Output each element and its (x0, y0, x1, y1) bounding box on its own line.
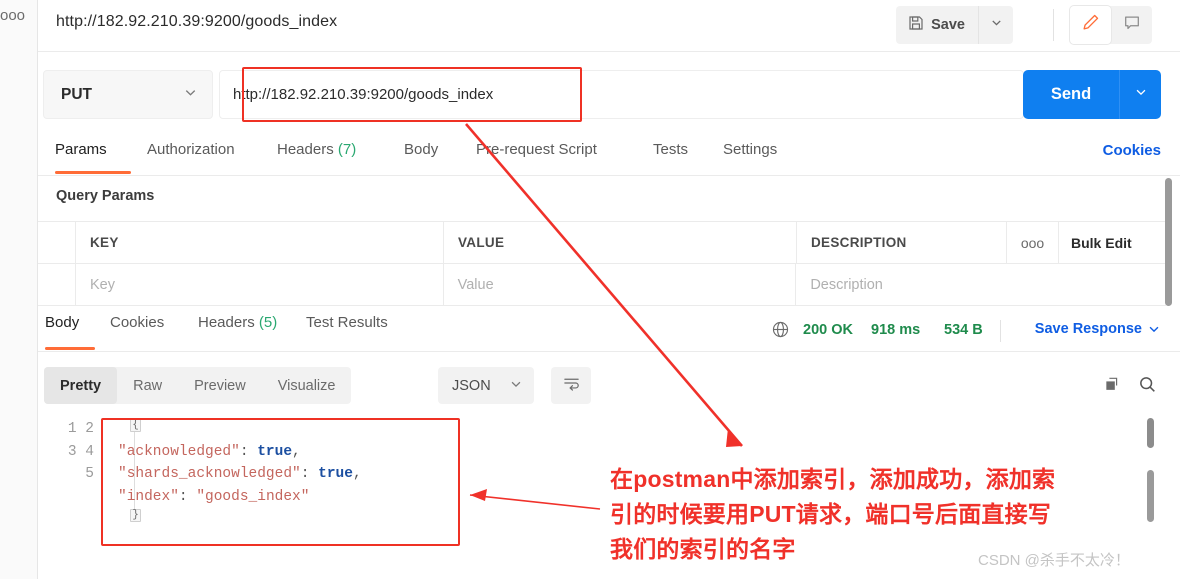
response-format-value: JSON (452, 377, 491, 394)
query-params-table: KEY VALUE DESCRIPTION ooo Bulk Edit Key … (38, 221, 1166, 306)
save-button-label: Save (931, 17, 965, 33)
chevron-down-icon (990, 16, 1003, 34)
response-tab-body[interactable]: Body (45, 314, 95, 352)
table-row: Key Value Description (38, 263, 1166, 306)
response-toolbar: Pretty Raw Preview Visualize JSON (38, 360, 1180, 412)
response-status: 200 OK (803, 322, 853, 338)
response-tab-cookies[interactable]: Cookies (110, 314, 164, 352)
http-method-select[interactable]: PUT (43, 70, 213, 119)
pencil-icon (1081, 13, 1100, 37)
request-title: http://182.92.210.39:9200/goods_index (56, 13, 338, 30)
tab-params[interactable]: Params (55, 138, 131, 176)
left-sidebar-rail: ooo (0, 0, 38, 579)
tab-settings[interactable]: Settings (723, 138, 777, 176)
key-input[interactable]: Key (90, 277, 115, 293)
column-header-description: DESCRIPTION (811, 235, 907, 250)
response-tab-headers[interactable]: Headers (5) (198, 314, 277, 352)
url-input[interactable]: http://182.92.210.39:9200/goods_index (219, 70, 1024, 119)
response-format-select[interactable]: JSON (438, 367, 534, 404)
save-response-button[interactable]: Save Response (1035, 321, 1142, 337)
response-tab-body-label: Body (45, 314, 80, 331)
url-input-value: http://182.92.210.39:9200/goods_index (233, 86, 494, 103)
request-pane-scrollbar[interactable] (1165, 178, 1172, 306)
edit-request-button[interactable] (1070, 6, 1111, 44)
send-options-button[interactable] (1120, 70, 1161, 119)
send-button[interactable]: Send (1023, 70, 1120, 119)
line-number-gutter: 1 2 3 4 5 (60, 418, 94, 486)
cookies-link[interactable]: Cookies (1103, 142, 1161, 159)
floppy-disk-icon (908, 15, 924, 35)
save-button[interactable]: Save (896, 6, 979, 44)
request-actions-group (1053, 6, 1152, 44)
tab-tests-label: Tests (653, 141, 689, 158)
save-options-button[interactable] (979, 6, 1013, 44)
url-bar: PUT http://182.92.210.39:9200/goods_inde… (38, 62, 1180, 128)
chevron-down-icon (1134, 85, 1148, 104)
annotation-line-1: 在postman中添加索引，添加成功，添加索 (610, 466, 1056, 492)
word-wrap-icon (562, 375, 581, 397)
copy-icon[interactable] (1104, 376, 1122, 399)
response-tab-headers-count: (5) (258, 314, 278, 331)
query-params-label: Query Params (56, 188, 155, 204)
search-icon[interactable] (1138, 375, 1157, 399)
select-all-checkbox-cell[interactable] (38, 221, 76, 264)
word-wrap-button[interactable] (551, 367, 591, 404)
row-checkbox-cell[interactable] (38, 263, 76, 306)
response-body-actions (1104, 375, 1157, 399)
response-time: 918 ms (871, 322, 921, 338)
tab-headers-label: Headers (277, 141, 334, 158)
watermark: CSDN @杀手不太冷！ (978, 552, 1130, 569)
comment-icon (1123, 14, 1141, 37)
bulk-edit-button[interactable]: Bulk Edit (1059, 222, 1166, 264)
tab-tests[interactable]: Tests (653, 138, 688, 176)
response-tab-cookies-label: Cookies (110, 314, 165, 331)
view-visualize[interactable]: Visualize (262, 367, 352, 404)
value-input[interactable]: Value (458, 277, 494, 293)
json-lines[interactable]: "acknowledged": true, "shards_acknowledg… (118, 418, 362, 531)
view-pretty[interactable]: Pretty (44, 367, 118, 404)
response-tabs: Body Cookies Headers (5) Test Results 20… (38, 308, 1180, 352)
table-options-icon[interactable]: ooo (1007, 221, 1059, 264)
response-size: 534 B (944, 322, 983, 338)
tab-body-label: Body (404, 141, 439, 158)
sidebar-more-icon[interactable]: ooo (0, 8, 30, 23)
tab-settings-label: Settings (723, 141, 778, 158)
description-input[interactable]: Description (810, 277, 883, 293)
send-button-group: Send (1023, 70, 1161, 119)
save-button-group: Save (896, 6, 1013, 44)
tab-headers-count: (7) (337, 141, 357, 158)
column-header-key: KEY (90, 235, 119, 250)
tab-authorization[interactable]: Authorization (147, 138, 235, 176)
chevron-down-icon (509, 377, 523, 395)
comment-request-button[interactable] (1111, 6, 1152, 44)
response-tab-test-results[interactable]: Test Results (306, 314, 388, 352)
annotation-line-2: 引的时候要用PUT请求，端口号后面直接写 (610, 501, 1051, 527)
table-header-row: KEY VALUE DESCRIPTION ooo Bulk Edit (38, 221, 1166, 264)
active-tab-indicator (55, 171, 131, 174)
tab-pre-request-script-label: Pre-request Script (476, 141, 597, 158)
column-header-value: VALUE (458, 235, 505, 250)
save-response-caret-button[interactable] (1147, 322, 1161, 341)
chevron-down-icon (183, 85, 198, 105)
globe-icon (771, 320, 790, 344)
line-numbers: 1 2 3 4 5 (67, 421, 94, 483)
request-name-bar: http://182.92.210.39:9200/goods_index Sa… (38, 0, 1180, 52)
tab-params-label: Params (55, 141, 107, 158)
tab-body[interactable]: Body (404, 138, 438, 176)
response-view-switcher: Pretty Raw Preview Visualize (44, 367, 352, 404)
request-tabs: Params Authorization Headers (7) Body Pr… (38, 134, 1180, 176)
chevron-down-icon (1147, 323, 1161, 340)
tab-authorization-label: Authorization (147, 141, 235, 158)
view-raw[interactable]: Raw (117, 367, 178, 404)
postman-window: ooo http://182.92.210.39:9200/goods_inde… (0, 0, 1180, 579)
response-pane-scrollbar-thumb[interactable] (1147, 418, 1154, 448)
http-method-value: PUT (61, 85, 92, 103)
active-response-tab-indicator (45, 347, 95, 350)
divider (1000, 320, 1001, 342)
tab-pre-request-script[interactable]: Pre-request Script (476, 138, 597, 176)
response-tab-headers-label: Headers (198, 314, 255, 331)
view-preview[interactable]: Preview (178, 367, 262, 404)
response-tab-test-results-label: Test Results (306, 314, 388, 331)
tab-headers[interactable]: Headers (7) (277, 138, 356, 176)
